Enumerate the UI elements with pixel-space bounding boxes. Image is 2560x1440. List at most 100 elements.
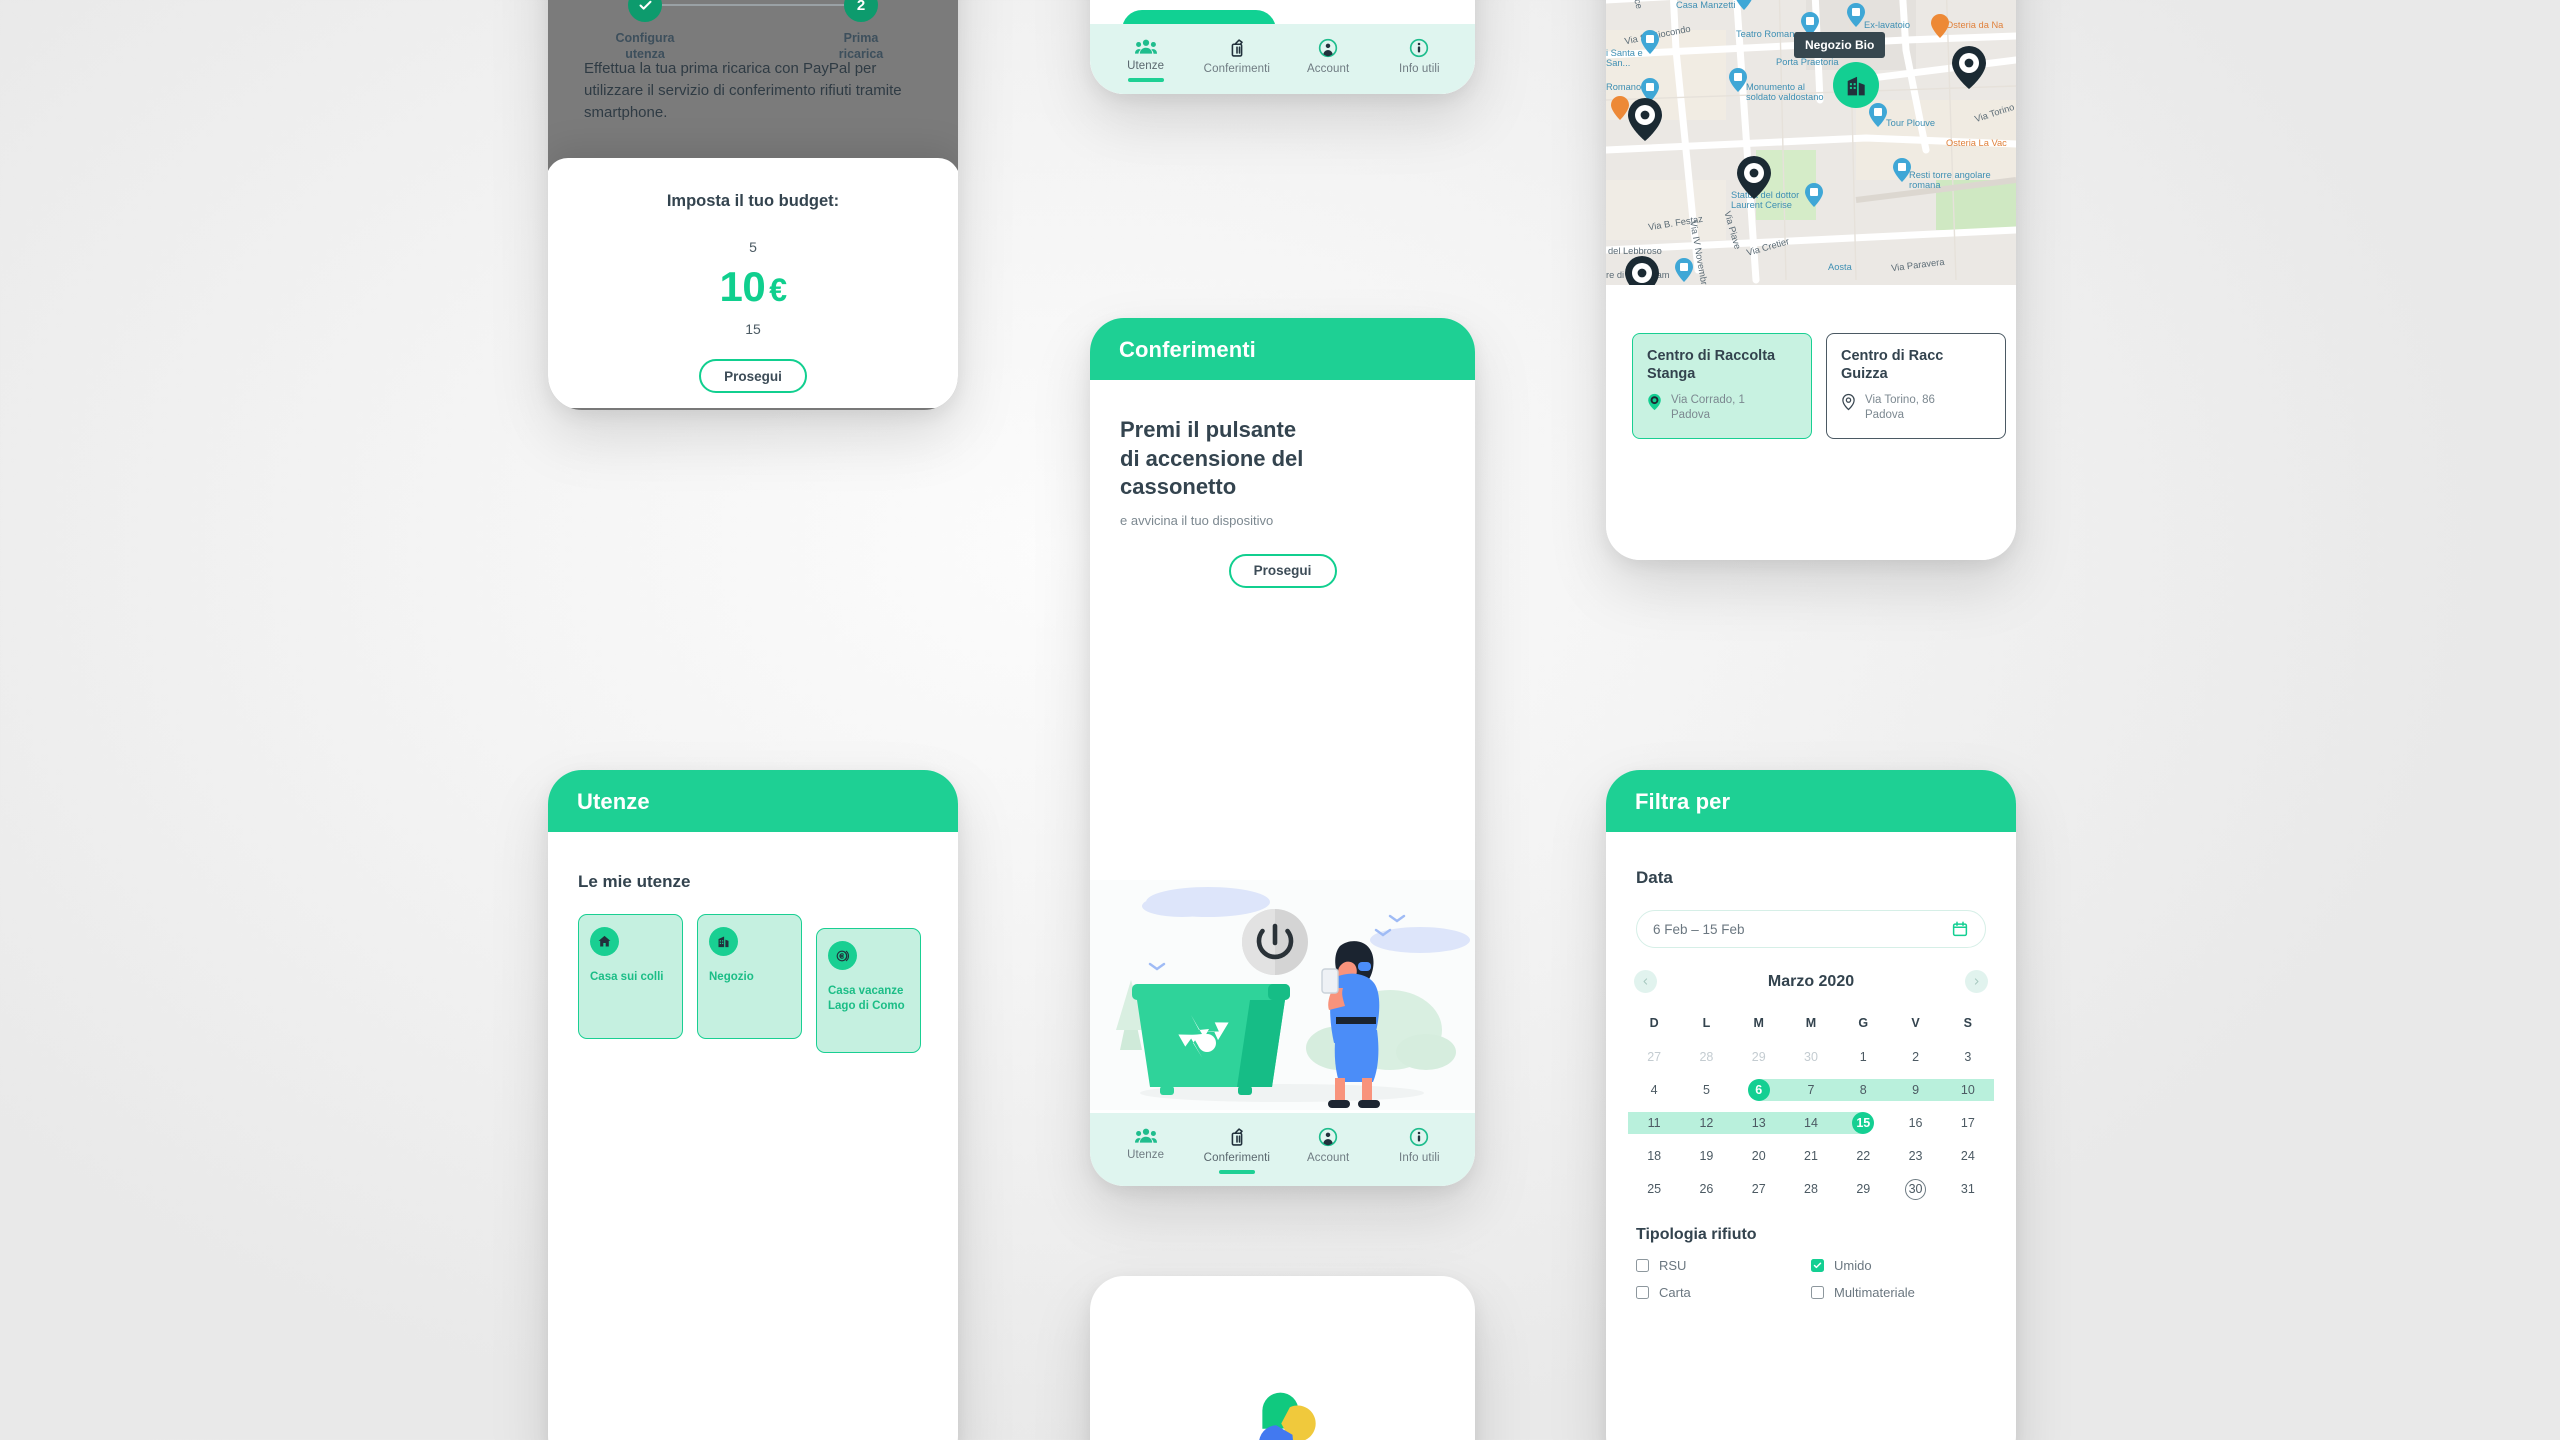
weekday-label: G <box>1858 1016 1869 1030</box>
calendar-range-endpoint[interactable]: 6 <box>1747 1079 1770 1101</box>
checkbox-unchecked[interactable] <box>1636 1286 1649 1299</box>
nav-item-conferimenti[interactable]: Conferimenti <box>1191 38 1282 75</box>
conferimenti-subtitle: e avvicina il tuo dispositivo <box>1120 512 1274 528</box>
center-name-line1: Centro di Raccolta <box>1647 348 1776 364</box>
euro-coin-icon <box>828 941 857 970</box>
collection-center-card[interactable]: Centro di Racc Guizza Via Torino, 86 Pad… <box>1826 333 2006 439</box>
waste-type-item[interactable]: Umido <box>1811 1258 1986 1273</box>
calendar-day-cell[interactable]: 16 <box>1889 1112 1941 1134</box>
calendar-day-cell[interactable]: 17 <box>1942 1112 1994 1134</box>
calendar-day-cell[interactable]: 19 <box>1680 1145 1732 1167</box>
calendar-day-cell[interactable]: 8 <box>1837 1079 1890 1101</box>
nav-item-info-utili[interactable]: Info utili <box>1374 38 1465 75</box>
checkbox-unchecked[interactable] <box>1636 1259 1649 1272</box>
calendar-day-cell[interactable]: 13 <box>1732 1112 1785 1134</box>
nav-label: Info utili <box>1399 63 1440 75</box>
calendar-day-cell[interactable]: 14 <box>1784 1112 1838 1134</box>
calendar-day-cell[interactable]: 30 <box>1785 1046 1837 1068</box>
calendar-day-cell[interactable]: 23 <box>1889 1145 1941 1167</box>
utenze-body: Le mie utenze Casa sui colli Negozio Cas… <box>548 872 958 1053</box>
calendar-day-cell[interactable]: 10 <box>1941 1079 1994 1101</box>
calendar-day-cell[interactable]: 26 <box>1680 1178 1732 1200</box>
map-marker-outline <box>1625 46 1986 285</box>
date-range-field[interactable]: 6 Feb – 15 Feb <box>1636 910 1986 948</box>
map-canvas[interactable]: Viale F. Chabod Viale F. Chabod XXVI Feb… <box>1606 0 2016 285</box>
collection-center-address-row: Via Corrado, 1 Padova <box>1647 393 1797 424</box>
checkbox-unchecked[interactable] <box>1811 1286 1824 1299</box>
info-circle-icon <box>1410 38 1429 58</box>
collection-center-list[interactable]: Centro di Raccolta Stanga Via Corrado, 1… <box>1606 285 2016 439</box>
calendar-day-cell[interactable]: 31 <box>1942 1178 1994 1200</box>
center-name-line2: Stanga <box>1647 365 1696 382</box>
calendar-day-label: 30 <box>1908 1182 1923 1196</box>
check-icon <box>1813 1262 1822 1269</box>
calendar-day-cell[interactable]: 27 <box>1733 1178 1785 1200</box>
utenze-appbar-title: Utenze <box>577 789 650 814</box>
calendar-day-cell[interactable]: 12 <box>1680 1112 1733 1134</box>
budget-option-above[interactable]: 5 <box>548 239 958 255</box>
nav-item-account[interactable]: Account <box>1283 1127 1374 1164</box>
conferimenti-header: Premi il pulsante di accensione del cass… <box>1090 380 1475 528</box>
budget-option-below[interactable]: 15 <box>548 321 958 337</box>
waste-type-item[interactable]: RSU <box>1636 1258 1811 1273</box>
filter-appbar-title: Filtra per <box>1635 789 1731 814</box>
calendar-prev-button[interactable] <box>1634 970 1657 993</box>
calendar-grid: D L M M G V S 27 28 29 30 1 2 3 4 5 6 7 8 9 10 11 12 13 1… <box>1628 1011 1994 1200</box>
calendar-day-cell[interactable]: 18 <box>1628 1145 1680 1167</box>
calendar-day-cell[interactable]: 28 <box>1785 1178 1837 1200</box>
calendar-day-cell[interactable]: 4 <box>1628 1079 1680 1101</box>
calendar-day-cell[interactable]: 24 <box>1942 1145 1994 1167</box>
utenza-card-casa-vacanze[interactable]: Casa vacanze Lago di Como <box>816 928 921 1053</box>
calendar-navigation: Marzo 2020 <box>1634 970 1988 993</box>
calendar-day-cell[interactable]: 3 <box>1942 1046 1994 1068</box>
calendar-day-cell[interactable]: 7 <box>1784 1079 1838 1101</box>
center-address-line1: Via Corrado, 1 <box>1671 393 1745 406</box>
nav-item-info-utili[interactable]: Info utili <box>1374 1127 1465 1164</box>
calendar-day-cell[interactable]: 30 <box>1889 1178 1941 1200</box>
calendar-day-cell[interactable]: 29 <box>1837 1178 1889 1200</box>
calendar-day-cell[interactable]: 15 <box>1836 1112 1889 1134</box>
conferimenti-continue-button[interactable]: Prosegui <box>1228 553 1337 588</box>
phone-nuova-utenza-screen: + Nuova utenza Utenze <box>1090 0 1475 94</box>
conferimenti-title-line2: di accensione del <box>1120 445 1304 471</box>
utenza-card-casa-sui-colli[interactable]: Casa sui colli <box>578 914 683 1039</box>
calendar-day-cell[interactable]: 27 <box>1628 1046 1680 1068</box>
account-circle-icon <box>1318 38 1338 58</box>
nav-active-indicator <box>1218 1170 1255 1174</box>
calendar-week-spacer <box>1628 1167 1994 1178</box>
utenza-card-negozio[interactable]: Negozio <box>697 914 802 1039</box>
step-2-label-line1: Prima <box>843 31 879 45</box>
calendar-day-cell[interactable]: 11 <box>1628 1112 1681 1134</box>
calendar-day-cell[interactable]: 1 <box>1837 1046 1889 1068</box>
calendar-day-cell[interactable]: 22 <box>1837 1145 1889 1167</box>
calendar-day-cell[interactable]: 6 <box>1733 1079 1786 1101</box>
nav-item-utenze[interactable]: Utenze <box>1100 38 1191 82</box>
calendar-day-cell[interactable]: 28 <box>1680 1046 1732 1068</box>
calendar-day-cell[interactable]: 29 <box>1733 1046 1785 1068</box>
calendar-day-cell[interactable]: 9 <box>1889 1079 1942 1101</box>
calendar-day-cell[interactable]: 25 <box>1628 1178 1680 1200</box>
nav-label: Account <box>1306 63 1350 75</box>
budget-continue-button[interactable]: Prosegui <box>699 359 807 393</box>
nav-item-utenze[interactable]: Utenze <box>1100 1127 1191 1161</box>
calendar-day-cell[interactable]: 5 <box>1680 1079 1732 1101</box>
calendar-range-endpoint[interactable]: 15 <box>1852 1112 1875 1134</box>
calendar-next-button[interactable] <box>1964 970 1988 993</box>
phone-filter-screen: Filtra per Data 6 Feb – 15 Feb Marzo 202… <box>1606 770 2016 1440</box>
utenze-card-grid: Casa sui colli Negozio Casa vacanze Lago… <box>548 892 958 1053</box>
calendar-day-cell[interactable]: 20 <box>1733 1145 1785 1167</box>
calendar-day-cell[interactable]: 21 <box>1785 1145 1837 1167</box>
conferimenti-title: Premi il pulsante di accensione del cass… <box>1120 416 1445 502</box>
conferimenti-title-line3: cassonetto <box>1120 474 1237 500</box>
calendar-day-cell[interactable]: 2 <box>1889 1046 1941 1068</box>
people-icon <box>1134 1128 1157 1143</box>
waste-type-item[interactable]: Multimateriale <box>1811 1285 1986 1300</box>
nav-item-conferimenti[interactable]: Conferimenti <box>1191 1127 1282 1174</box>
phone-conferimenti-screen: Conferimenti Premi il pulsante di accens… <box>1090 318 1475 1186</box>
collection-center-card-selected[interactable]: Centro di Raccolta Stanga Via Corrado, 1… <box>1632 333 1812 439</box>
checkbox-checked[interactable] <box>1811 1259 1824 1272</box>
map-tooltip-negozio-bio: Negozio Bio <box>1794 32 1886 58</box>
nav-label: Account <box>1306 1152 1350 1164</box>
nav-item-account[interactable]: Account <box>1283 38 1374 75</box>
waste-type-item[interactable]: Carta <box>1636 1285 1811 1300</box>
